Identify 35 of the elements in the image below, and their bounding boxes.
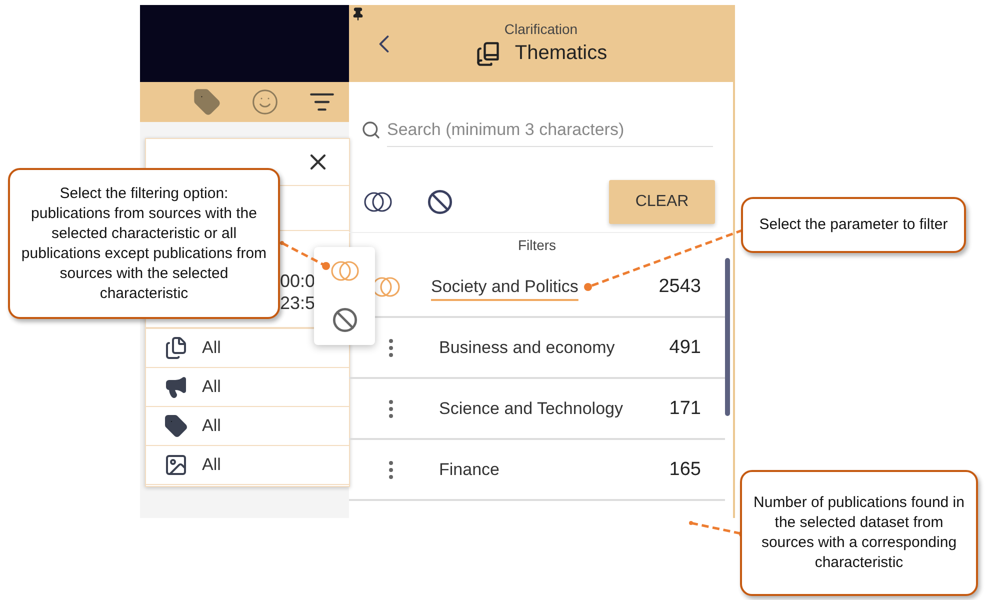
search-icon xyxy=(361,120,381,140)
callout: Number of publications found in the selected dataset from sources with a corresponding characteristic xyxy=(740,470,978,596)
callout: Select the filtering option: publications from sources with the selected characteristic or all publications except publications from sources with the selected characteristic xyxy=(8,168,280,319)
documents-icon xyxy=(164,336,188,360)
panel-title: Thematics xyxy=(514,42,608,65)
intersect-icon xyxy=(363,191,393,213)
tag-icon[interactable] xyxy=(193,88,221,116)
include-button[interactable] xyxy=(363,191,393,213)
callout: Select the parameter to filter xyxy=(741,197,966,253)
megaphone-icon xyxy=(164,375,188,399)
filter-value[interactable]: All xyxy=(202,455,221,475)
panel-subtitle: Clarification xyxy=(504,20,578,36)
end-time: 23:5 xyxy=(280,292,316,314)
ban-icon xyxy=(427,189,453,215)
filter-value[interactable]: All xyxy=(202,338,221,358)
start-time: 00:0 xyxy=(280,270,316,292)
filter-value[interactable]: All xyxy=(202,416,221,436)
item-count: 2543 xyxy=(658,276,701,298)
item-label: Science and Technology xyxy=(439,398,624,418)
clear-button[interactable]: CLEAR xyxy=(609,180,715,224)
item-count: 165 xyxy=(669,458,701,480)
item-count: 491 xyxy=(669,336,701,358)
item-label: Finance xyxy=(439,460,500,480)
ban-option[interactable] xyxy=(332,306,358,332)
item-label: Business and economy xyxy=(439,338,616,358)
tag-icon xyxy=(164,414,188,438)
books-icon xyxy=(474,40,501,66)
pin-icon[interactable] xyxy=(351,7,365,21)
item-count: 171 xyxy=(669,398,701,420)
item-label: Society and Politics xyxy=(431,276,580,296)
exclude-button[interactable] xyxy=(427,189,453,215)
filter-value[interactable]: All xyxy=(202,377,221,397)
smiley-icon[interactable] xyxy=(251,88,279,116)
leader-line xyxy=(280,241,330,270)
image-icon xyxy=(164,453,188,477)
